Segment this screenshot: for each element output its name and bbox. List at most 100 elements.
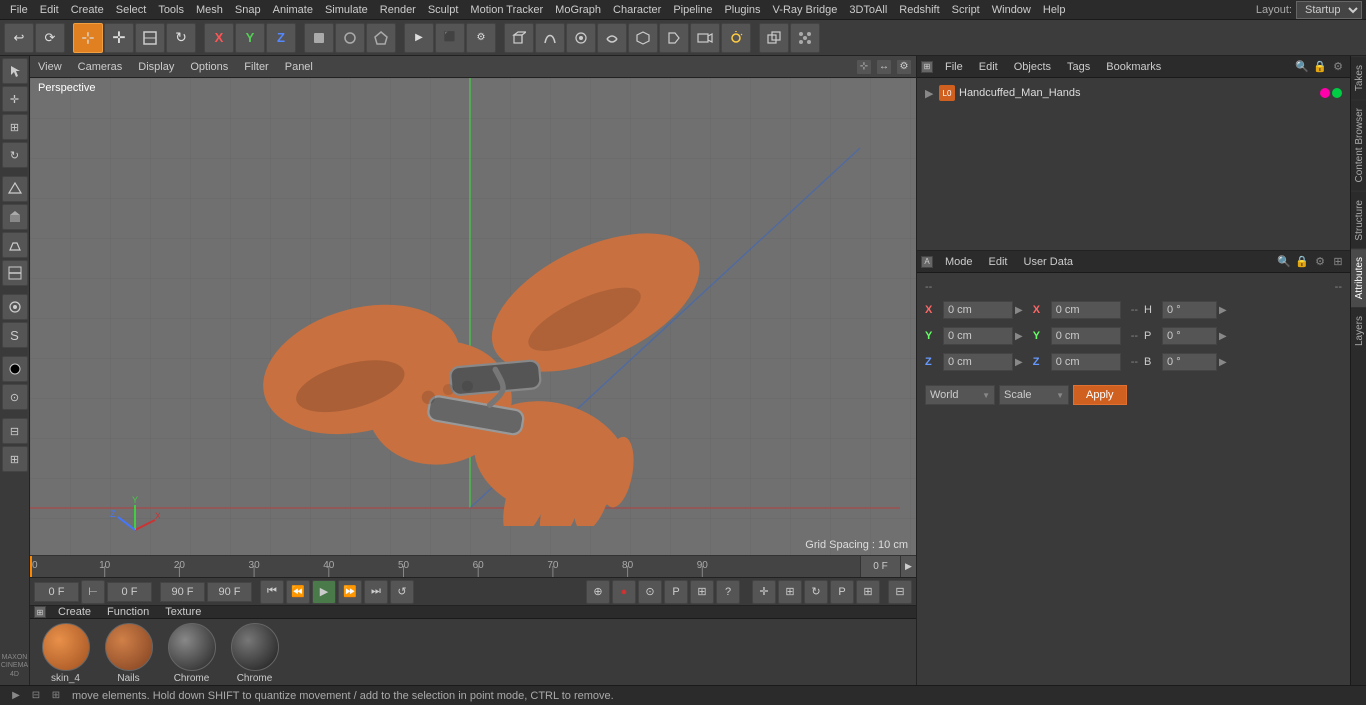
menu-mesh[interactable]: Mesh: [190, 0, 229, 20]
viewport-settings[interactable]: ⚙: [896, 59, 912, 75]
attr-y-val2[interactable]: 0 cm: [1051, 327, 1121, 345]
rtab-structure[interactable]: Structure: [1351, 191, 1366, 249]
boole-button[interactable]: [759, 23, 789, 53]
menu-character[interactable]: Character: [607, 0, 667, 20]
obj-file-menu[interactable]: File: [941, 61, 967, 73]
rotate-tool-left[interactable]: ↻: [2, 142, 28, 168]
extrude-tool[interactable]: [2, 204, 28, 230]
menu-motion-tracker[interactable]: Motion Tracker: [464, 0, 549, 20]
rotate-tool-button[interactable]: ↻: [166, 23, 196, 53]
world-dropdown[interactable]: World ▼: [925, 385, 995, 405]
menu-file[interactable]: File: [4, 0, 34, 20]
current-frame-field[interactable]: 0 F: [107, 582, 152, 602]
attr-b-arrow[interactable]: ▶: [1219, 357, 1227, 368]
attr-edit-menu[interactable]: Edit: [985, 256, 1012, 268]
display-menu[interactable]: Display: [134, 61, 178, 73]
attr-y-val1[interactable]: 0 cm: [943, 327, 1013, 345]
move-tool-pb[interactable]: ✛: [752, 580, 776, 604]
paint-tool[interactable]: [2, 294, 28, 320]
snap-tool[interactable]: ⊙: [2, 384, 28, 410]
auto-key-button[interactable]: ⊙: [638, 580, 662, 604]
render-view-button[interactable]: ▶: [404, 23, 434, 53]
menu-select[interactable]: Select: [110, 0, 153, 20]
spline-button[interactable]: [535, 23, 565, 53]
attr-extra-icon[interactable]: ⊞: [1330, 254, 1346, 270]
menu-window[interactable]: Window: [986, 0, 1037, 20]
menu-vray[interactable]: V-Ray Bridge: [767, 0, 844, 20]
status-play-icon[interactable]: ▶: [8, 688, 24, 704]
obj-search-icon[interactable]: 🔍: [1294, 59, 1310, 75]
object-axis-tool[interactable]: [2, 176, 28, 202]
menu-script[interactable]: Script: [946, 0, 986, 20]
attr-p-val[interactable]: 0 °: [1162, 327, 1217, 345]
attr-userdata-menu[interactable]: User Data: [1020, 256, 1078, 268]
render-region-button[interactable]: ⬛: [435, 23, 465, 53]
goto-start-button[interactable]: ⏮: [260, 580, 284, 604]
motion-clip-button[interactable]: ⊞: [690, 580, 714, 604]
status-stop-icon[interactable]: ⊟: [28, 688, 44, 704]
attr-z-val2[interactable]: 0 cm: [1051, 353, 1121, 371]
rtab-takes[interactable]: Takes: [1351, 56, 1366, 99]
goto-end-button[interactable]: ⏭: [364, 580, 388, 604]
attr-h-arrow[interactable]: ▶: [1219, 305, 1227, 316]
end-frame-field2[interactable]: 90 F: [207, 582, 252, 602]
obj-dot-green[interactable]: [1332, 88, 1342, 98]
rtab-content-browser[interactable]: Content Browser: [1351, 99, 1366, 190]
menu-edit[interactable]: Edit: [34, 0, 65, 20]
menu-render[interactable]: Render: [374, 0, 422, 20]
redo-button[interactable]: ⟳: [35, 23, 65, 53]
scale-dropdown[interactable]: Scale ▼: [999, 385, 1069, 405]
grid-mode-button[interactable]: ⊞: [856, 580, 880, 604]
object-mode-button[interactable]: [304, 23, 334, 53]
menu-pipeline[interactable]: Pipeline: [667, 0, 718, 20]
prev-frame-start-button[interactable]: ⊢: [81, 580, 105, 604]
attr-search-icon[interactable]: 🔍: [1276, 254, 1292, 270]
polygon-mode-button[interactable]: [366, 23, 396, 53]
attr-h-val[interactable]: 0 °: [1162, 301, 1217, 319]
loop-button[interactable]: ↺: [390, 580, 414, 604]
scale-tool-left[interactable]: ⊞: [2, 114, 28, 140]
help-button[interactable]: ?: [716, 580, 740, 604]
menu-3dtoall[interactable]: 3DToAll: [843, 0, 893, 20]
obj-edit-menu[interactable]: Edit: [975, 61, 1002, 73]
field-button[interactable]: [628, 23, 658, 53]
menu-redshift[interactable]: Redshift: [893, 0, 945, 20]
x-axis-button[interactable]: X: [204, 23, 234, 53]
menu-simulate[interactable]: Simulate: [319, 0, 374, 20]
undo-button[interactable]: ↩: [4, 23, 34, 53]
material-swatch-chrome2[interactable]: [231, 623, 279, 671]
z-axis-button[interactable]: Z: [266, 23, 296, 53]
loop-selection[interactable]: [2, 260, 28, 286]
end-frame-arrow[interactable]: ▶: [900, 556, 916, 577]
material-swatch-nails[interactable]: [105, 623, 153, 671]
menu-snap[interactable]: Snap: [229, 0, 267, 20]
menu-create[interactable]: Create: [65, 0, 110, 20]
object-row-handcuffed[interactable]: ▶ L0 Handcuffed_Man_Hands: [921, 82, 1346, 104]
menu-animate[interactable]: Animate: [267, 0, 319, 20]
timeline-tool[interactable]: ⊟: [2, 418, 28, 444]
obj-settings-icon[interactable]: ⚙: [1330, 59, 1346, 75]
deformer-button[interactable]: [597, 23, 627, 53]
edge-mode-button[interactable]: [335, 23, 365, 53]
play-button[interactable]: ▶: [312, 580, 336, 604]
timeline-ruler[interactable]: 0 10 20 30 40 50 60 70: [30, 556, 860, 577]
render-settings-button[interactable]: ⚙: [466, 23, 496, 53]
viewport-maximize[interactable]: ⊹: [856, 59, 872, 75]
panel-menu[interactable]: Panel: [281, 61, 317, 73]
material-item-chrome1[interactable]: Chrome: [164, 623, 219, 684]
move-tool-left[interactable]: ✛: [2, 86, 28, 112]
move-tool-button[interactable]: ✛: [104, 23, 134, 53]
obj-objects-menu[interactable]: Objects: [1010, 61, 1055, 73]
step-back-button[interactable]: ⏪: [286, 580, 310, 604]
attr-y-arrow[interactable]: ▶: [1015, 331, 1023, 342]
info-tool[interactable]: ⊞: [2, 446, 28, 472]
menu-sculpt[interactable]: Sculpt: [422, 0, 465, 20]
start-frame-field[interactable]: 0 F: [34, 582, 79, 602]
camera-button[interactable]: [690, 23, 720, 53]
array-button[interactable]: [790, 23, 820, 53]
options-menu[interactable]: Options: [186, 61, 232, 73]
attr-z-arrow[interactable]: ▶: [1015, 357, 1023, 368]
sculpt-tool[interactable]: S: [2, 322, 28, 348]
menu-tools[interactable]: Tools: [152, 0, 190, 20]
preview-button[interactable]: P: [664, 580, 688, 604]
